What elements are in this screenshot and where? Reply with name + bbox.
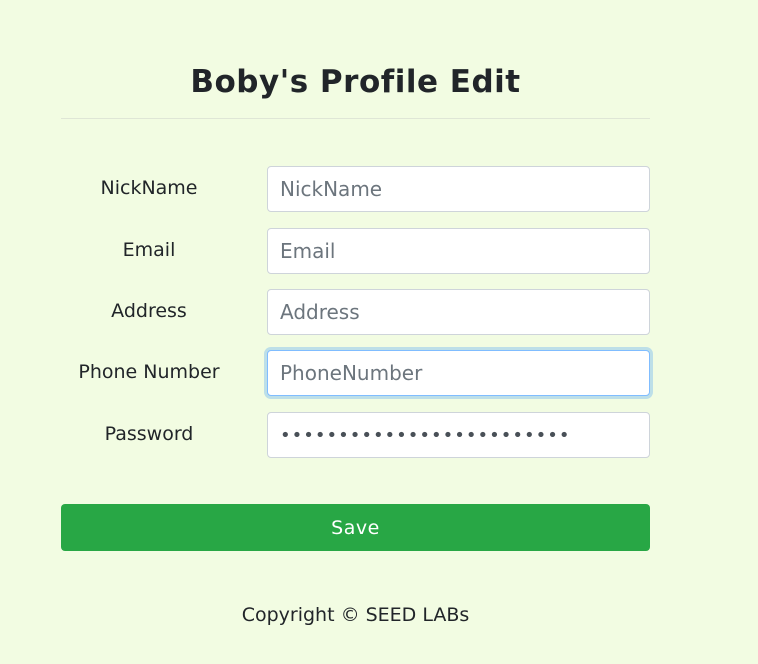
password-input[interactable]	[267, 412, 650, 458]
phone-label: Phone Number	[78, 361, 220, 383]
address-row: Address	[61, 289, 650, 335]
email-input[interactable]	[267, 228, 650, 274]
password-label: Password	[104, 423, 194, 445]
address-label: Address	[111, 300, 187, 322]
phone-number-input[interactable]	[267, 350, 650, 396]
phone-row: Phone Number	[61, 350, 650, 396]
password-row: Password	[61, 412, 650, 458]
nickname-label: NickName	[100, 177, 198, 199]
title-divider	[61, 118, 650, 119]
copyright-footer: Copyright © SEED LABs	[241, 604, 470, 626]
page-title: Boby's Profile Edit	[190, 64, 521, 100]
address-input[interactable]	[267, 289, 650, 335]
email-label: Email	[122, 239, 176, 261]
nickname-input[interactable]	[267, 166, 650, 212]
save-button[interactable]: Save	[61, 504, 650, 551]
nickname-row: NickName	[61, 166, 650, 212]
email-row: Email	[61, 228, 650, 274]
